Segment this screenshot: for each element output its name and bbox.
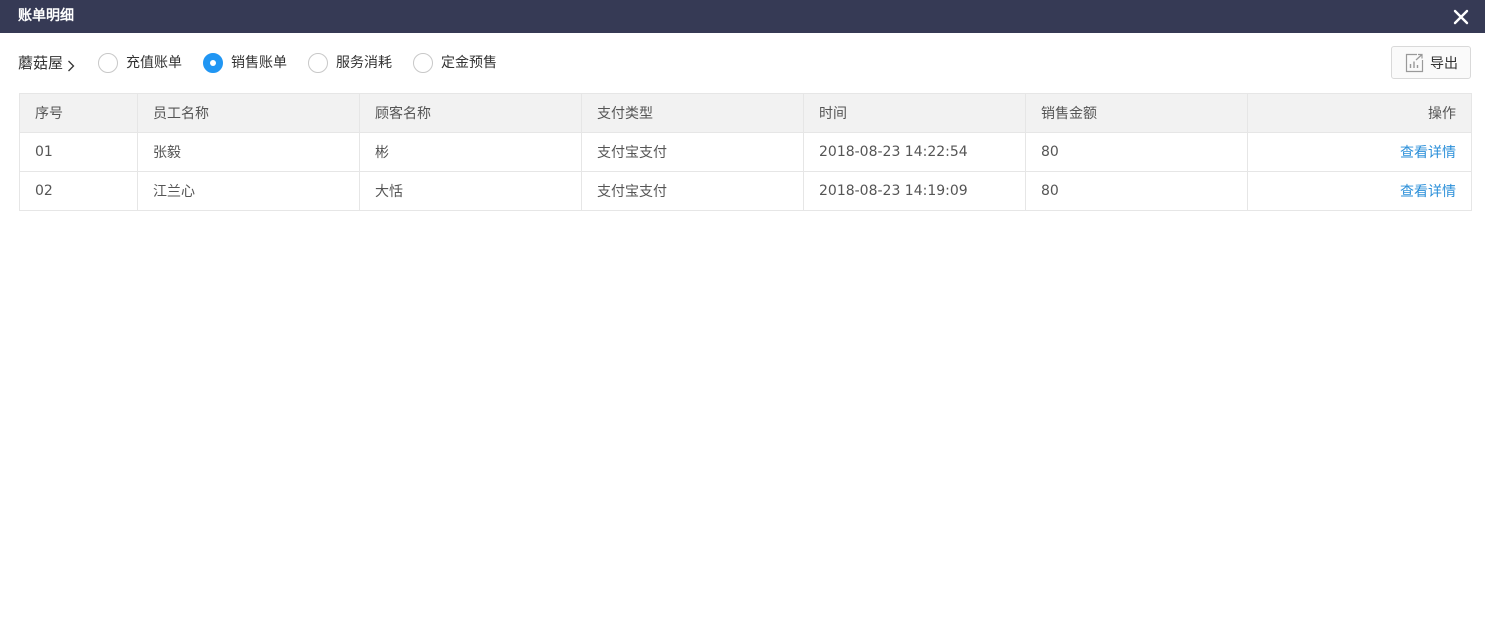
header-time: 时间 [803, 93, 1026, 133]
radio-circle[interactable] [308, 53, 328, 73]
title-bar: 账单明细 [0, 0, 1485, 33]
cell-customer: 大恬 [359, 171, 582, 211]
radio-label: 定金预售 [441, 55, 497, 71]
table-header-row: 序号 员工名称 顾客名称 支付类型 时间 销售金额 操作 [19, 93, 1472, 133]
cell-amount: 80 [1025, 171, 1248, 211]
cell-no: 02 [19, 171, 138, 211]
cell-staff: 张毅 [137, 132, 360, 172]
header-pay-type: 支付类型 [581, 93, 804, 133]
bill-table: 序号 员工名称 顾客名称 支付类型 时间 销售金额 操作 01 张毅 彬 支付宝… [19, 93, 1472, 211]
radio-label: 销售账单 [231, 55, 287, 71]
cell-time: 2018-08-23 14:22:54 [803, 132, 1026, 172]
header-customer: 顾客名称 [359, 93, 582, 133]
chevron-right-icon [67, 57, 75, 72]
radio-circle-checked[interactable] [203, 53, 223, 73]
header-action: 操作 [1247, 93, 1472, 133]
radio-recharge-bill[interactable]: 充值账单 [98, 52, 182, 74]
header-staff: 员工名称 [137, 93, 360, 133]
export-chart-icon [1404, 53, 1424, 73]
radio-circle[interactable] [413, 53, 433, 73]
toolbar: 蘑菇屋 充值账单 销售账单 服务消耗 定金预售 导出 [0, 33, 1485, 93]
table-row: 01 张毅 彬 支付宝支付 2018-08-23 14:22:54 80 查看详… [19, 132, 1472, 172]
export-label: 导出 [1430, 55, 1458, 72]
view-details-link[interactable]: 查看详情 [1400, 145, 1456, 161]
cell-staff: 江兰心 [137, 171, 360, 211]
radio-label: 充值账单 [126, 55, 182, 71]
shop-breadcrumb[interactable]: 蘑菇屋 [18, 53, 75, 73]
radio-service-consumption[interactable]: 服务消耗 [308, 52, 392, 74]
shop-name: 蘑菇屋 [18, 54, 64, 72]
cell-action: 查看详情 [1247, 132, 1472, 172]
radio-sales-bill[interactable]: 销售账单 [203, 52, 287, 74]
header-amount: 销售金额 [1025, 93, 1248, 133]
radio-deposit-presale[interactable]: 定金预售 [413, 52, 497, 74]
cell-pay-type: 支付宝支付 [581, 132, 804, 172]
cell-customer: 彬 [359, 132, 582, 172]
header-no: 序号 [19, 93, 138, 133]
view-details-link[interactable]: 查看详情 [1400, 184, 1456, 200]
export-button[interactable]: 导出 [1391, 46, 1471, 79]
radio-circle[interactable] [98, 53, 118, 73]
radio-label: 服务消耗 [336, 55, 392, 71]
close-icon[interactable] [1452, 8, 1470, 26]
cell-amount: 80 [1025, 132, 1248, 172]
cell-no: 01 [19, 132, 138, 172]
cell-time: 2018-08-23 14:19:09 [803, 171, 1026, 211]
table-row: 02 江兰心 大恬 支付宝支付 2018-08-23 14:19:09 80 查… [19, 171, 1472, 211]
cell-pay-type: 支付宝支付 [581, 171, 804, 211]
window-title: 账单明细 [18, 8, 74, 24]
cell-action: 查看详情 [1247, 171, 1472, 211]
